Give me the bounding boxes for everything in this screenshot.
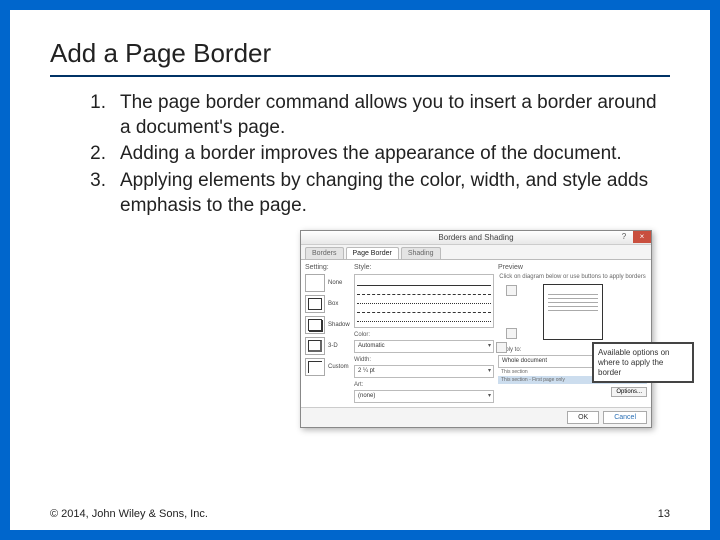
color-dropdown[interactable]: Automatic <box>354 340 494 353</box>
help-button[interactable]: ? <box>617 231 631 243</box>
tab-page-border[interactable]: Page Border <box>346 247 399 259</box>
preview-page-icon[interactable] <box>543 284 603 340</box>
setting-column: Setting: None Box Shadow <box>305 264 350 403</box>
preview-canvas <box>498 283 647 341</box>
tab-strip: Borders Page Border Shading <box>301 245 651 260</box>
list-number: 3. <box>80 169 106 218</box>
slide: Add a Page Border 1. The page border com… <box>0 0 720 540</box>
list-text: Adding a border improves the appearance … <box>120 142 670 167</box>
art-label: Art: <box>354 382 494 388</box>
tab-shading[interactable]: Shading <box>401 247 441 259</box>
borders-shading-dialog: Borders and Shading ? × Borders Page Bor… <box>300 230 652 428</box>
style-line-solid <box>357 280 491 286</box>
list-item: 1. The page border command allows you to… <box>80 91 670 140</box>
edge-bottom-button[interactable] <box>506 328 517 339</box>
list-number: 1. <box>80 91 106 140</box>
style-line-dotted2 <box>357 316 491 322</box>
preview-note: Click on diagram below or use buttons to… <box>498 274 647 280</box>
list-item: 2. Adding a border improves the appearan… <box>80 142 670 167</box>
threed-icon <box>305 337 325 355</box>
close-button[interactable]: × <box>633 231 651 243</box>
setting-custom[interactable]: Custom <box>305 358 350 376</box>
content-area: Add a Page Border 1. The page border com… <box>10 10 710 428</box>
preview-label: Preview <box>498 264 647 271</box>
ok-button[interactable]: OK <box>567 411 599 424</box>
setting-label: Setting: <box>305 264 350 271</box>
art-dropdown[interactable]: (none) <box>354 390 494 403</box>
numbered-list: 1. The page border command allows you to… <box>50 91 670 218</box>
page-number: 13 <box>658 508 670 520</box>
setting-3d[interactable]: 3-D <box>305 337 350 355</box>
style-list[interactable] <box>354 274 494 328</box>
cancel-button[interactable]: Cancel <box>603 411 647 424</box>
title-underline <box>50 75 670 77</box>
dialog-footer: OK Cancel <box>301 407 651 427</box>
box-icon <box>305 295 325 313</box>
shadow-icon <box>305 316 325 334</box>
edge-top-button[interactable] <box>506 285 517 296</box>
setting-box[interactable]: Box <box>305 295 350 313</box>
edge-left-button[interactable] <box>496 342 507 353</box>
dialog-titlebar: Borders and Shading ? × <box>301 231 651 245</box>
style-line-dashed2 <box>357 307 491 313</box>
slide-footer: © 2014, John Wiley & Sons, Inc. 13 <box>50 508 670 520</box>
setting-none[interactable]: None <box>305 274 350 292</box>
dialog-body: Setting: None Box Shadow <box>301 260 651 407</box>
list-item: 3. Applying elements by changing the col… <box>80 169 670 218</box>
color-label: Color: <box>354 332 494 338</box>
list-number: 2. <box>80 142 106 167</box>
style-column: Style: Color: Automatic Width: 2 ¼ pt A <box>354 264 494 403</box>
custom-icon <box>305 358 325 376</box>
options-button[interactable]: Options... <box>611 387 647 397</box>
list-text: Applying elements by changing the color,… <box>120 169 670 218</box>
callout-text: Available options on where to apply the … <box>592 342 694 383</box>
width-dropdown[interactable]: 2 ¼ pt <box>354 365 494 378</box>
style-label: Style: <box>354 264 494 271</box>
style-line-dashed <box>357 289 491 295</box>
none-icon <box>305 274 325 292</box>
copyright-text: © 2014, John Wiley & Sons, Inc. <box>50 508 208 520</box>
width-label: Width: <box>354 357 494 363</box>
tab-borders[interactable]: Borders <box>305 247 344 259</box>
setting-shadow[interactable]: Shadow <box>305 316 350 334</box>
style-line-dotted <box>357 298 491 304</box>
dialog-title-text: Borders and Shading <box>438 233 513 242</box>
dialog-wrapper: Borders and Shading ? × Borders Page Bor… <box>300 230 680 428</box>
list-text: The page border command allows you to in… <box>120 91 670 140</box>
page-title: Add a Page Border <box>50 38 670 69</box>
